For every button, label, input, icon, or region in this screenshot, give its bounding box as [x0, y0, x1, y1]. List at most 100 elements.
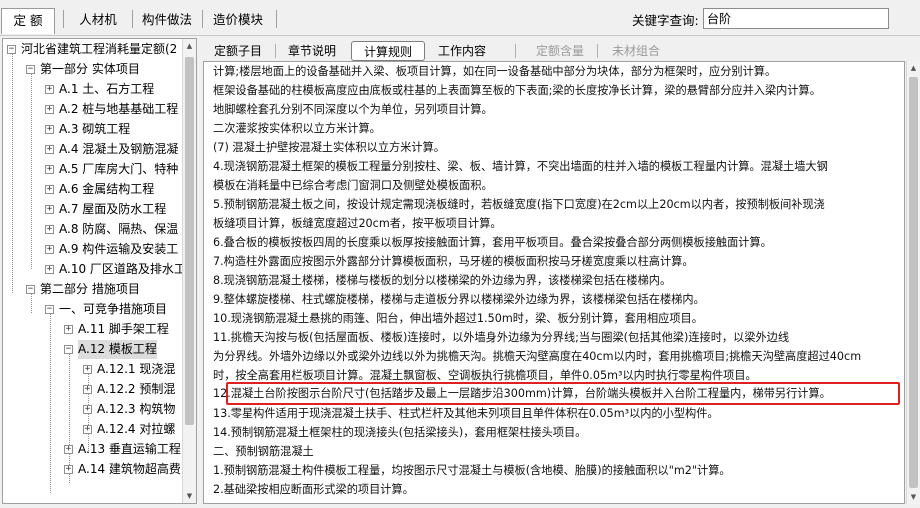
tree-part2-label: 第二部分 措施项目 [40, 282, 140, 296]
tree-item-label: A.10 厂区道路及排水工 [59, 262, 186, 276]
rule-line: 地脚螺栓套孔分别不同深度以个为单位，另列项目计算。 [213, 103, 493, 116]
toolbar-divider [63, 10, 64, 28]
expand-icon[interactable]: + [45, 85, 54, 94]
tree-item-label: A.7 屋面及防水工程 [59, 202, 167, 216]
tree-item-label: A.14 建筑物超高费 [78, 462, 181, 476]
tab-work-content[interactable]: 工作内容 [431, 41, 493, 61]
rule-line: 计算;楼层地面上的设备基础并入梁、板项目计算，如在同一设备基础中部分为块体，部分… [213, 65, 777, 78]
tab-cost-module[interactable]: 造价模块 [207, 9, 269, 31]
rule-line: 4.现浇钢筋混凝土框架的模板工程量分别按柱、梁、板、墙计算，不突出墙面的柱并入墙… [213, 160, 828, 173]
expand-icon[interactable]: + [45, 185, 54, 194]
search-label: 关键字查询: [632, 13, 699, 28]
tree-connector [31, 73, 32, 269]
tree-part1-label: 第一部分 实体项目 [40, 62, 140, 76]
rule-line: (7) 混凝土护壁按混凝土实体积以立方米计算。 [213, 141, 445, 154]
tab-calc-rules[interactable]: 计算规则 [351, 41, 425, 61]
tab-labor-material-machine[interactable]: 人材机 [70, 9, 126, 31]
quota-tree: − 河北省建筑工程消耗量定额(2 − 第一部分 实体项目 + A.1 土、石方工程… [2, 38, 197, 504]
rule-line: 板缝项目计算，板缝宽度超过20cm者，按平板项目计算。 [213, 217, 502, 230]
rule-line: 7.构造柱外露面应按图示外露部分计算模板面积，马牙槎的模板面积按马牙槎宽度乘以柱… [213, 255, 694, 268]
tab-quota[interactable]: 定 额 [1, 8, 55, 34]
rule-line: 13.零星构件适用于现浇混凝土扶手、柱式栏杆及其他未列项目且单件体积在0.05m… [213, 407, 719, 420]
expand-icon[interactable]: + [45, 225, 54, 234]
expand-icon[interactable]: + [83, 365, 92, 374]
scroll-down-icon[interactable]: ▼ [183, 489, 196, 503]
scroll-down-icon[interactable]: ▼ [907, 490, 920, 504]
tree-item-label: A.12 模板工程 [78, 340, 157, 359]
rule-line: 二次灌浆按实体积以立方米计算。 [213, 122, 381, 135]
rule-line: 模板在消耗量中已综合考虑门窗洞口及侧壁处模板面积。 [213, 179, 493, 192]
expand-icon[interactable]: + [45, 125, 54, 134]
tree-item-label: A.5 厂库房大门、特种 [59, 162, 179, 176]
collapse-icon[interactable]: − [7, 45, 16, 54]
tab-divider [597, 44, 598, 58]
tree-root-label: 河北省建筑工程消耗量定额(2 [21, 42, 178, 56]
collapse-icon[interactable]: − [64, 345, 73, 354]
tab-divider [515, 44, 516, 58]
rule-line: 1.预制钢筋混凝土构件模板工程量，均按图示尺寸混凝土与模板(含地模、胎膜)的接触… [213, 464, 731, 477]
tree-group-label: 一、可竞争措施项目 [59, 302, 168, 316]
tab-material-combo[interactable]: 未材组合 [605, 41, 667, 61]
collapse-icon[interactable]: − [26, 65, 35, 74]
scroll-up-icon[interactable]: ▲ [907, 61, 920, 75]
content-scroll-thumb[interactable] [909, 77, 918, 488]
rule-line: 8.现浇钢筋混凝土楼梯，楼梯与楼板的划分以楼梯梁的外边缘为界，该楼梯梁包括在楼梯… [213, 274, 672, 287]
rule-line: 9.整体螺旋楼梯、柱式螺旋楼梯，楼梯与走道板分界以楼梯梁外边缘为界，该楼梯梁包括… [213, 293, 705, 306]
expand-icon[interactable]: + [83, 405, 92, 414]
content-scrollbar[interactable]: ▲ ▼ [906, 61, 920, 504]
expand-icon[interactable]: + [83, 425, 92, 434]
calc-rules-text: 计算;楼层地面上的设备基础并入梁、板项目计算，如在同一设备基础中部分为块体，部分… [203, 61, 905, 504]
tree-connector [50, 313, 51, 493]
tree-item-label: A.2 桩与地基基础工程 [59, 102, 179, 116]
expand-icon[interactable]: + [64, 445, 73, 454]
tree-item-label: A.12.2 预制混 [97, 382, 176, 396]
tree-item-label: A.6 金属结构工程 [59, 182, 155, 196]
rule-line: 5.预制钢筋混凝土板之间，按设计规定需现浇板缝时，若板缝宽度(指下口宽度)在2c… [213, 198, 825, 211]
tree-item-label: A.13 垂直运输工程 [78, 442, 181, 456]
expand-icon[interactable]: + [45, 165, 54, 174]
expand-icon[interactable]: + [45, 105, 54, 114]
expand-icon[interactable]: + [45, 205, 54, 214]
rule-line: 6.叠合板的模板按板四周的长度乘以板厚按接触面计算，套用平板项目。叠合梁按叠合部… [213, 236, 772, 249]
tab-quota-items[interactable]: 定额子目 [207, 41, 269, 61]
toolbar-divider [132, 10, 133, 28]
tree-item-label: A.1 土、石方工程 [59, 82, 155, 96]
tree-item-label: A.12.4 对拉螺 [97, 422, 176, 436]
keyword-search-input[interactable] [703, 8, 889, 29]
tree-connector [12, 53, 13, 293]
rule-line: 为分界线。外墙外边缘以外或梁外边线以外为挑檐天沟。挑檐天沟壁高度在40cm以内时… [213, 350, 862, 363]
top-toolbar: 定 额 人材机 构件做法 造价模块 关键字查询: [0, 0, 920, 36]
tree-connector [31, 293, 32, 313]
rule-line: 10.现浇钢筋混凝土悬挑的雨篷、阳台，伸出墙外超过1.50m时，梁、板分别计算，… [213, 312, 703, 325]
collapse-icon[interactable]: − [26, 285, 35, 294]
toolbar-divider [202, 10, 203, 28]
tab-component-method[interactable]: 构件做法 [137, 9, 197, 31]
tree-item-label: A.8 防腐、隔热、保温 [59, 222, 179, 236]
rule-line: 二、预制钢筋混凝土 [213, 445, 314, 458]
rule-line: 2.基础梁按相应断面形式梁的项目计算。 [213, 483, 414, 496]
tree-item-label: A.12.1 现浇混 [97, 362, 176, 376]
expand-icon[interactable]: + [45, 265, 54, 274]
detail-tabs: 定额子目 章节说明 计算规则 工作内容 定额含量 未材组合 [203, 39, 920, 61]
toolbar-divider [276, 10, 277, 28]
scroll-up-icon[interactable]: ▲ [183, 39, 196, 53]
tree-item-label: A.9 构件运输及安装工 [59, 242, 179, 256]
collapse-icon[interactable]: − [45, 305, 54, 314]
tree-scroll-thumb[interactable] [185, 57, 194, 425]
tree-item-label: A.3 砌筑工程 [59, 122, 131, 136]
rule-line: 11.挑檐天沟按与板(包括屋面板、楼板)连接时，以外墙身外边缘为分界线;当与圈梁… [213, 331, 790, 344]
expand-icon[interactable]: + [45, 245, 54, 254]
expand-icon[interactable]: + [64, 465, 73, 474]
expand-icon[interactable]: + [83, 385, 92, 394]
tree-item-label: A.12.3 构筑物 [97, 402, 176, 416]
tree-item-label: A.11 脚手架工程 [78, 322, 169, 336]
highlight-box [226, 382, 900, 405]
tab-divider [275, 44, 276, 58]
tree-item-label: A.4 混凝土及钢筋混凝 [59, 142, 179, 156]
tab-chapter-notes[interactable]: 章节说明 [281, 41, 343, 61]
expand-icon[interactable]: + [45, 145, 54, 154]
tab-quota-content[interactable]: 定额含量 [529, 41, 591, 61]
rule-line: 14.预制钢筋混凝土框架柱的现浇接头(包括梁接头)，套用框架柱接头项目。 [213, 426, 587, 439]
tree-scrollbar[interactable]: ▲ ▼ [182, 39, 196, 503]
expand-icon[interactable]: + [64, 325, 73, 334]
